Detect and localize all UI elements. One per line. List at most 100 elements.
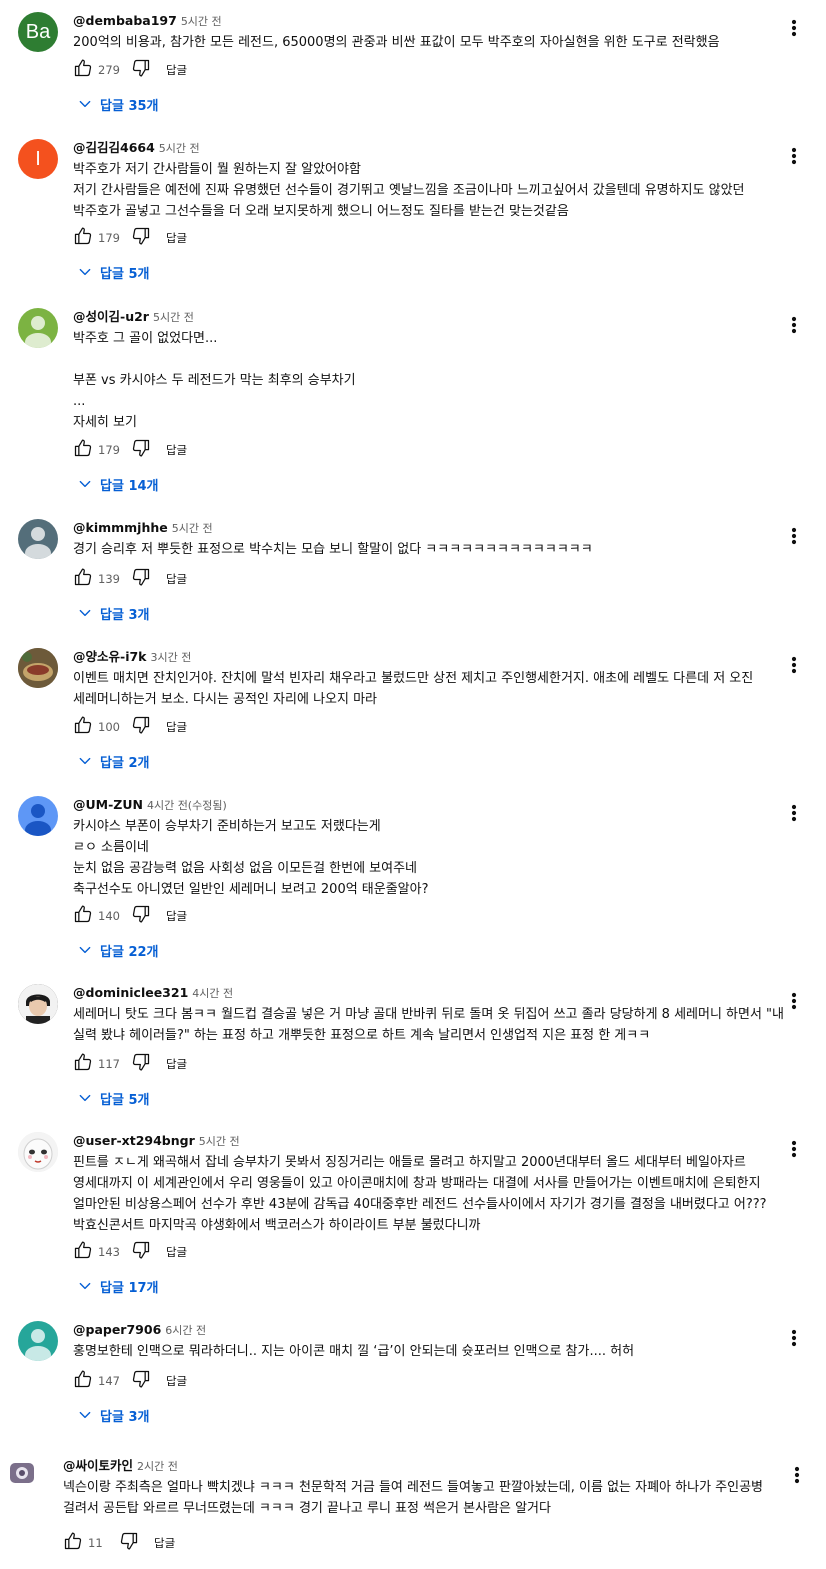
comment-author[interactable]: @user-xt294bngr — [73, 1133, 195, 1148]
comment-body: 세레머니 탓도 크다 봄ㅋㅋ 월드컵 결승골 넣은 거 마냥 골대 반바퀴 뒤로… — [73, 1004, 785, 1046]
reply-button[interactable]: 답글 — [166, 62, 187, 78]
like-button[interactable] — [72, 568, 94, 590]
reply-button[interactable]: 답글 — [166, 442, 187, 458]
avatar[interactable]: I — [18, 139, 58, 179]
comment-author[interactable]: @싸이토카인 — [63, 1458, 133, 1473]
comment-menu-button[interactable] — [783, 17, 805, 43]
avatar[interactable] — [18, 1321, 58, 1361]
comment-time[interactable]: 5시간 전 — [172, 522, 213, 535]
avatar[interactable]: Ba — [18, 12, 58, 52]
read-more-button[interactable]: 자세히 보기 — [73, 412, 785, 433]
comment-author[interactable]: @성이김-u2r — [73, 309, 149, 324]
reply-button[interactable]: 답글 — [166, 1244, 187, 1260]
thumbs-up-icon — [73, 226, 93, 250]
comment-menu-button[interactable] — [783, 1138, 805, 1164]
view-replies-button[interactable]: 답글 14개 — [70, 471, 159, 497]
comment-menu-button[interactable] — [783, 145, 805, 171]
comment-author[interactable]: @dembaba197 — [73, 13, 177, 28]
thumbs-down-icon — [131, 567, 151, 591]
reply-button[interactable]: 답글 — [166, 571, 187, 587]
reply-button[interactable]: 답글 — [166, 719, 187, 735]
like-count: 117 — [98, 1057, 120, 1071]
avatar[interactable] — [18, 796, 58, 836]
comment-author[interactable]: @dominiclee321 — [73, 985, 188, 1000]
dislike-button[interactable] — [130, 1053, 152, 1075]
reply-button[interactable]: 답글 — [166, 1373, 187, 1389]
comment-time[interactable]: 5시간 전 — [199, 1135, 240, 1148]
comment-text: 홍명보한테 인맥으로 뭐라하더니.. 지는 아이콘 매치 낄 ‘급’이 안되는데… — [73, 1344, 635, 1359]
avatar[interactable] — [18, 1132, 58, 1172]
dislike-button[interactable] — [118, 1532, 140, 1554]
comment-body: 경기 승리후 저 뿌듯한 표정으로 박수치는 모습 보니 할말이 없다 ㅋㅋㅋㅋ… — [73, 539, 785, 560]
comment-author[interactable]: @김김김4664 — [73, 140, 155, 155]
like-button[interactable] — [72, 1241, 94, 1263]
view-replies-button[interactable]: 답글 3개 — [70, 1402, 149, 1428]
like-button[interactable] — [62, 1532, 84, 1554]
avatar[interactable] — [8, 1459, 36, 1487]
comment-time[interactable]: 3시간 전 — [150, 651, 191, 664]
like-button[interactable] — [72, 1370, 94, 1392]
replies-count-label: 답글 35개 — [100, 98, 159, 114]
avatar[interactable] — [18, 308, 58, 348]
comment-menu-button[interactable] — [783, 1327, 805, 1353]
dislike-button[interactable] — [130, 716, 152, 738]
reply-button[interactable]: 답글 — [154, 1535, 175, 1551]
chevron-down-icon — [78, 1091, 92, 1105]
comment-time[interactable]: 6시간 전 — [165, 1324, 206, 1337]
comment-actions: 179 답글 — [72, 438, 187, 462]
reply-button[interactable]: 답글 — [166, 908, 187, 924]
more-vert-icon — [791, 992, 797, 1014]
view-replies-button[interactable]: 답글 2개 — [70, 748, 149, 774]
like-button[interactable] — [72, 227, 94, 249]
like-button[interactable] — [72, 905, 94, 927]
comment-menu-button[interactable] — [786, 1464, 808, 1490]
like-button[interactable] — [72, 439, 94, 461]
like-button[interactable] — [72, 1053, 94, 1075]
view-replies-button[interactable]: 답글 5개 — [70, 1085, 149, 1111]
thumbs-up-icon — [73, 438, 93, 462]
dislike-button[interactable] — [130, 1241, 152, 1263]
more-vert-icon — [791, 316, 797, 338]
view-replies-button[interactable]: 답글 35개 — [70, 91, 159, 117]
comment-author[interactable]: @paper7906 — [73, 1322, 161, 1337]
comment-author[interactable]: @양소유-i7k — [73, 649, 146, 664]
comment-menu-button[interactable] — [783, 654, 805, 680]
comment: @싸이토카인 2시간 전 넥슨이랑 주최측은 얼마나 빡치겠냐 ㅋㅋㅋ 천문학적 거… — [0, 1445, 826, 1567]
view-replies-button[interactable]: 답글 3개 — [70, 600, 149, 626]
like-button[interactable] — [72, 59, 94, 81]
comment-menu-button[interactable] — [783, 314, 805, 340]
view-replies-button[interactable]: 답글 22개 — [70, 937, 159, 963]
dislike-button[interactable] — [130, 568, 152, 590]
comment-menu-button[interactable] — [783, 802, 805, 828]
comment-menu-button[interactable] — [783, 990, 805, 1016]
comment-body: 박주호가 저기 간사람들이 뭘 원하는지 잘 알았어야함 저기 간사람들은 예전… — [73, 159, 785, 222]
view-replies-button[interactable]: 답글 5개 — [70, 259, 149, 285]
comment-time[interactable]: 5시간 전 — [153, 311, 194, 324]
comment-actions: 117 답글 — [72, 1052, 187, 1076]
dislike-button[interactable] — [130, 227, 152, 249]
comment-actions: 139 답글 — [72, 567, 187, 591]
view-replies-button[interactable]: 답글 17개 — [70, 1273, 159, 1299]
comment-author[interactable]: @UM-ZUN — [73, 797, 143, 812]
reply-button[interactable]: 답글 — [166, 230, 187, 246]
avatar[interactable] — [18, 984, 58, 1024]
dislike-button[interactable] — [130, 905, 152, 927]
comment: @양소유-i7k 3시간 전 이벤트 매치면 잔치인거야. 잔치에 말석 빈자리 채… — [0, 636, 826, 784]
reply-button[interactable]: 답글 — [166, 1056, 187, 1072]
comment-time[interactable]: 4시간 전 — [192, 987, 233, 1000]
replies-count-label: 답글 14개 — [100, 478, 159, 494]
comment-time[interactable]: 5시간 전 — [159, 142, 200, 155]
comment-author[interactable]: @kimmmjhhe — [73, 520, 168, 535]
dislike-button[interactable] — [130, 439, 152, 461]
comment-menu-button[interactable] — [783, 525, 805, 551]
dislike-button[interactable] — [130, 1370, 152, 1392]
comment-time[interactable]: 2시간 전 — [137, 1460, 178, 1473]
dislike-button[interactable] — [130, 59, 152, 81]
avatar[interactable] — [18, 648, 58, 688]
avatar[interactable] — [18, 519, 58, 559]
like-button[interactable] — [72, 716, 94, 738]
comment-body: 홍명보한테 인맥으로 뭐라하더니.. 지는 아이콘 매치 낄 ‘급’이 안되는데… — [73, 1341, 785, 1362]
comment: @dominiclee321 4시간 전세레머니 탓도 크다 봄ㅋㅋ 월드컵 결승… — [0, 972, 826, 1121]
comment-time[interactable]: 5시간 전 — [181, 15, 222, 28]
comment-time[interactable]: 4시간 전(수정됨) — [147, 799, 227, 812]
